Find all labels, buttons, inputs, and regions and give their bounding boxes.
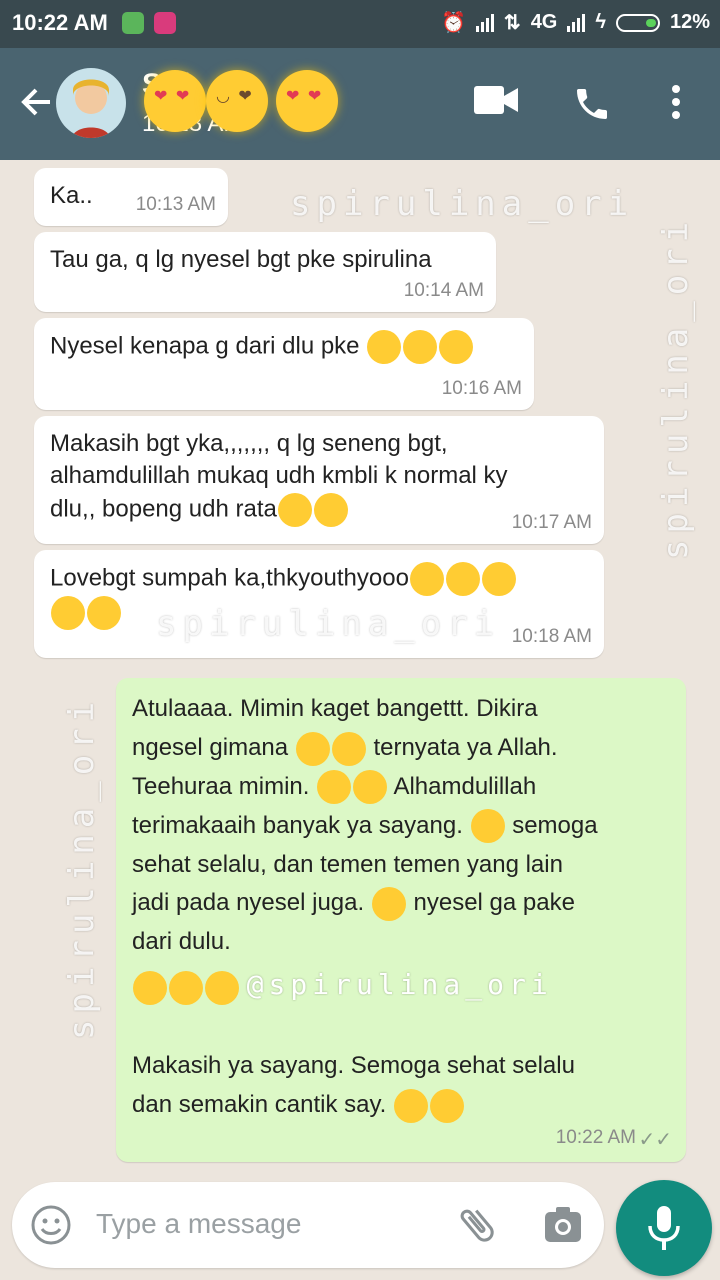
video-call-icon[interactable] <box>474 84 518 116</box>
message-time: 10:22 AM <box>555 1127 636 1149</box>
back-arrow-icon[interactable] <box>18 84 54 120</box>
outgoing-message[interactable]: Atulaaaa. Mimin kaget bangettt. Dikira n… <box>116 678 686 1162</box>
incoming-message[interactable]: Nyesel kenapa g dari dlu pke 10:16 AM <box>34 318 534 410</box>
smile-emoji <box>169 970 203 1005</box>
status-time: 10:22 AM <box>12 10 108 35</box>
heart-eyes-emoji <box>277 492 312 527</box>
message-text: nyesel ga pake <box>413 889 575 917</box>
avatar[interactable] <box>56 68 126 138</box>
message-text: dan semakin cantik say. <box>132 1091 387 1119</box>
heart-eyes-emoji <box>133 970 167 1005</box>
app-notification-icon <box>122 12 144 34</box>
message-time: 10:13 AM <box>135 194 216 216</box>
message-text: terimakaaih banyak ya sayang. <box>132 811 463 839</box>
instagram-icon <box>154 12 176 34</box>
message-text: Ka.. <box>50 182 93 209</box>
kiss-emoji <box>51 596 85 630</box>
watermark: spirulina_ori <box>62 695 102 1040</box>
watermark-handle: @spirulina_ori <box>246 968 553 1002</box>
chat-area[interactable]: Ka.. 10:13 AM Tau ga, q lg nyesel bgt pk… <box>0 160 720 1180</box>
kiss-emoji <box>409 562 444 596</box>
message-text: Tau ga, q lg nyesel bgt pke spirulina <box>50 246 432 273</box>
kiss-emoji-sticker <box>206 70 268 132</box>
message-text: Makasih bgt yka,,,,,,, q lg seneng bgt, <box>50 430 448 457</box>
message-time: 10:14 AM <box>403 280 484 302</box>
kiss-emoji <box>205 970 239 1005</box>
emoji-icon[interactable] <box>30 1204 72 1246</box>
kiss-emoji <box>87 596 121 630</box>
message-text: sehat selalu, dan temen temen yang lain <box>132 850 563 878</box>
signal-icon <box>475 13 494 32</box>
message-time: 10:16 AM <box>441 378 522 400</box>
charging-icon: ϟ <box>595 11 606 33</box>
message-text: Atulaaaa. Mimin kaget bangettt. Dikira <box>132 695 538 722</box>
camera-icon[interactable] <box>542 1204 584 1246</box>
smile-emoji <box>394 1089 429 1124</box>
message-time: 10:17 AM <box>511 512 592 534</box>
message-text: semoga <box>512 811 598 839</box>
kiss-emoji <box>353 770 388 805</box>
sad-emoji <box>371 887 406 922</box>
kiss-emoji <box>430 1089 465 1124</box>
message-text: jadi pada nyesel juga. <box>132 889 365 917</box>
heart-eyes-emoji <box>367 330 402 364</box>
signal-icon-2 <box>567 13 586 32</box>
message-text: ternyata ya Allah. <box>373 733 558 761</box>
heart-eyes-emoji-sticker <box>144 70 206 132</box>
battery-icon <box>615 13 660 32</box>
incoming-message[interactable]: Makasih bgt yka,,,,,,, q lg seneng bgt, … <box>34 416 604 544</box>
microphone-icon <box>648 1206 680 1250</box>
message-text: Nyesel kenapa g dari dlu pke <box>50 332 360 360</box>
more-vert-icon[interactable] <box>670 84 682 120</box>
status-bar: 10:22 AM ⏰ ⇅ 4G ϟ 12% <box>0 0 720 48</box>
message-text: ngesel gimana <box>132 733 289 761</box>
voice-record-button[interactable] <box>616 1180 712 1276</box>
phone-icon[interactable] <box>572 84 612 124</box>
heart-eyes-emoji <box>313 492 348 527</box>
message-text: Makasih ya sayang. Semoga sehat selalu <box>132 1052 575 1080</box>
message-text: Alhamdulillah <box>393 772 537 800</box>
double-check-icon: ✓✓ <box>638 1128 672 1151</box>
message-text: dari dulu. <box>132 928 231 956</box>
alarm-icon: ⏰ <box>441 12 466 34</box>
heart-eyes-emoji <box>317 770 352 805</box>
message-text: Teehuraa mimin. <box>132 772 310 800</box>
data-arrows-icon: ⇅ <box>503 12 521 34</box>
heart-eyes-emoji <box>439 330 474 364</box>
message-text: Lovebgt sumpah ka,thkyouthyooo <box>50 564 409 592</box>
heart-eyes-emoji <box>403 330 438 364</box>
battery-level: 12% <box>669 11 710 33</box>
sweat-smile-emoji <box>331 731 366 766</box>
watermark: spirulina_ori <box>156 604 501 644</box>
watermark: spirulina_ori <box>290 184 635 224</box>
laughing-emoji <box>295 731 330 766</box>
kiss-emoji <box>470 809 505 844</box>
kiss-emoji <box>481 562 516 596</box>
message-time: 10:18 AM <box>511 626 592 648</box>
incoming-message[interactable]: Tau ga, q lg nyesel bgt pke spirulina 10… <box>34 232 496 312</box>
kiss-emoji <box>445 562 480 596</box>
watermark: spirulina_ori <box>656 215 696 560</box>
chat-header: S ri 10:18 AM <box>0 48 720 160</box>
attach-icon[interactable] <box>454 1202 500 1248</box>
incoming-message[interactable]: Ka.. 10:13 AM <box>34 168 228 226</box>
message-input[interactable]: Type a message <box>96 1208 301 1240</box>
network-type: 4G <box>530 11 558 33</box>
heart-eyes-emoji-sticker <box>276 70 338 132</box>
message-text: dlu,, bopeng udh rata <box>50 495 277 523</box>
message-composer[interactable]: Type a message <box>12 1182 604 1268</box>
message-text: alhamdulillah mukaq udh kmbli k normal k… <box>50 462 508 490</box>
